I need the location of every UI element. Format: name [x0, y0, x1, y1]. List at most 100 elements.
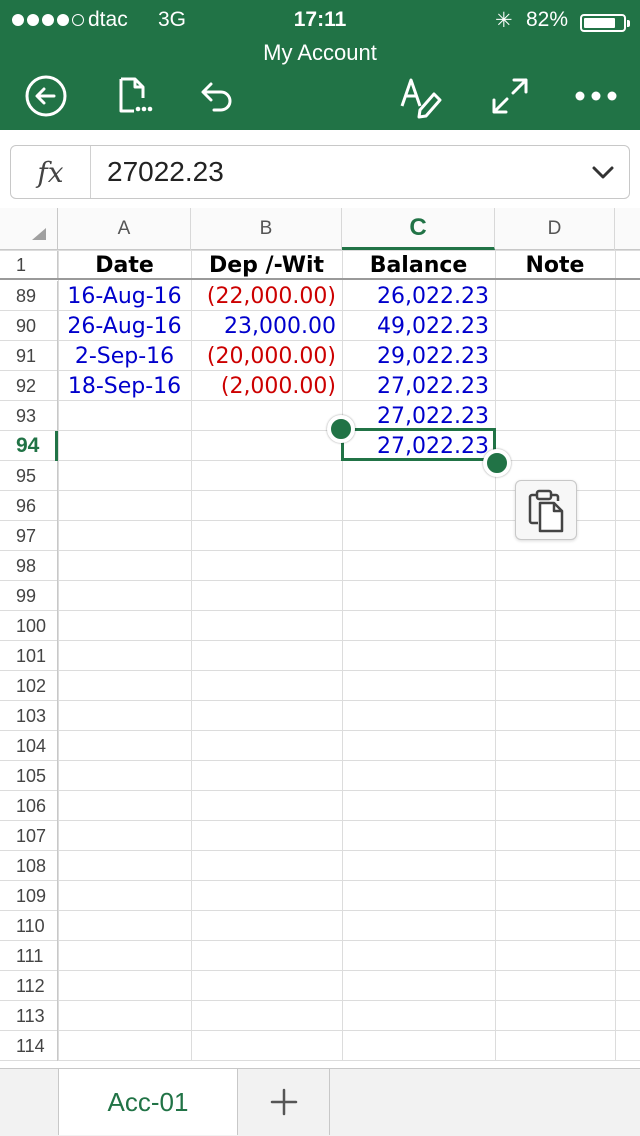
row-gridline	[0, 790, 640, 791]
row-header[interactable]: 110	[0, 911, 58, 941]
cell-dep-wit[interactable]: (2,000.00)	[191, 371, 342, 401]
back-icon	[25, 75, 67, 117]
row-header[interactable]: 107	[0, 821, 58, 851]
cell-dep-wit[interactable]	[191, 431, 342, 461]
column-gridline	[191, 251, 192, 1061]
row-gridline	[0, 970, 640, 971]
bluetooth-icon: ✳	[495, 9, 513, 32]
format-button[interactable]	[394, 70, 446, 122]
row-header[interactable]: 105	[0, 761, 58, 791]
app-header: dtac 3G 17:11 ✳ 82% My Account	[0, 0, 640, 130]
cell-date[interactable]	[58, 431, 191, 461]
file-button[interactable]	[106, 70, 158, 122]
cell-balance[interactable]: 29,022.23	[342, 341, 495, 371]
formula-value[interactable]: 27022.23	[107, 156, 224, 188]
paste-icon	[528, 489, 564, 533]
row-header[interactable]: 112	[0, 971, 58, 1001]
row-header[interactable]: 101	[0, 641, 58, 671]
freeze-pane-divider	[0, 278, 640, 280]
cell-date[interactable]: 26-Aug-16	[58, 311, 191, 341]
sheet-tab-bar: Acc-01	[0, 1068, 640, 1136]
row-header[interactable]: 100	[0, 611, 58, 641]
row-header[interactable]: 104	[0, 731, 58, 761]
more-icon	[575, 91, 617, 101]
row-gridline	[0, 940, 640, 941]
row-header-92[interactable]: 92	[0, 371, 58, 401]
undo-button[interactable]	[190, 70, 242, 122]
row-header[interactable]: 109	[0, 881, 58, 911]
row-gridline	[0, 850, 640, 851]
plus-icon	[270, 1088, 297, 1116]
cell-balance[interactable]: 26,022.23	[342, 281, 495, 311]
row-header[interactable]: 103	[0, 701, 58, 731]
cell-dep-wit[interactable]	[191, 401, 342, 431]
row-header[interactable]: 113	[0, 1001, 58, 1031]
paste-button[interactable]	[515, 480, 577, 540]
column-gridline	[342, 251, 343, 1061]
sheet-tab-acc-01[interactable]: Acc-01	[58, 1069, 238, 1135]
cell-date[interactable]	[58, 401, 191, 431]
selection-handle-top-left[interactable]	[327, 415, 355, 443]
header-cell-date[interactable]: Date	[58, 251, 191, 279]
file-icon	[119, 77, 153, 113]
row-header-1[interactable]: 1	[0, 251, 58, 279]
battery-percent: 82%	[526, 8, 569, 31]
row-gridline	[0, 820, 640, 821]
row-header[interactable]: 102	[0, 671, 58, 701]
column-gridline	[495, 251, 496, 1061]
formula-bar[interactable]: fx 27022.23	[10, 145, 630, 199]
selected-cell-c94[interactable]	[341, 428, 496, 461]
column-header-a[interactable]: A	[58, 208, 191, 250]
fullscreen-icon	[492, 78, 528, 114]
cell-date[interactable]: 18-Sep-16	[58, 371, 191, 401]
row-header-89[interactable]: 89	[0, 281, 58, 311]
column-header-d[interactable]: D	[495, 208, 615, 250]
header-cell-balance[interactable]: Balance	[342, 251, 495, 279]
row-header[interactable]: 99	[0, 581, 58, 611]
column-header-b[interactable]: B	[191, 208, 342, 250]
row-header[interactable]: 97	[0, 521, 58, 551]
cell-note[interactable]	[495, 281, 615, 311]
row-header[interactable]: 95	[0, 461, 58, 491]
more-button[interactable]	[570, 70, 622, 122]
cell-date[interactable]: 16-Aug-16	[58, 281, 191, 311]
row-gridline	[0, 700, 640, 701]
row-gridline	[0, 1030, 640, 1031]
cell-note[interactable]	[495, 371, 615, 401]
header-cell-dep-wit[interactable]: Dep /-Wit	[191, 251, 342, 279]
row-gridline	[0, 550, 640, 551]
row-gridline	[0, 1000, 640, 1001]
row-gridline	[0, 730, 640, 731]
row-header-93[interactable]: 93	[0, 401, 58, 431]
row-gridline	[0, 880, 640, 881]
row-header-90[interactable]: 90	[0, 311, 58, 341]
cell-note[interactable]	[495, 341, 615, 371]
cell-balance[interactable]: 27,022.23	[342, 371, 495, 401]
cell-dep-wit[interactable]: (20,000.00)	[191, 341, 342, 371]
back-button[interactable]	[20, 70, 72, 122]
cell-note[interactable]	[495, 401, 615, 431]
chevron-down-icon[interactable]	[589, 158, 617, 186]
row-header[interactable]: 106	[0, 791, 58, 821]
add-sheet-button[interactable]	[238, 1069, 330, 1135]
cell-date[interactable]: 2-Sep-16	[58, 341, 191, 371]
row-header[interactable]: 114	[0, 1031, 58, 1061]
cell-balance[interactable]: 27,022.23	[342, 401, 495, 431]
cell-note[interactable]	[495, 311, 615, 341]
row-header-94[interactable]: 94	[0, 431, 58, 461]
row-header[interactable]: 96	[0, 491, 58, 521]
row-header[interactable]: 108	[0, 851, 58, 881]
header-cell-note[interactable]: Note	[495, 251, 615, 279]
row-header[interactable]: 98	[0, 551, 58, 581]
column-header-c[interactable]: C	[342, 208, 495, 250]
cell-dep-wit[interactable]: (22,000.00)	[191, 281, 342, 311]
cell-balance[interactable]: 49,022.23	[342, 311, 495, 341]
row-header[interactable]: 111	[0, 941, 58, 971]
cell-note[interactable]	[495, 431, 615, 461]
selection-handle-bottom-right[interactable]	[483, 449, 511, 477]
status-bar: dtac 3G 17:11 ✳ 82%	[0, 6, 640, 38]
select-all-corner[interactable]	[0, 208, 58, 250]
fullscreen-button[interactable]	[484, 70, 536, 122]
cell-dep-wit[interactable]: 23,000.00	[191, 311, 342, 341]
row-header-91[interactable]: 91	[0, 341, 58, 371]
